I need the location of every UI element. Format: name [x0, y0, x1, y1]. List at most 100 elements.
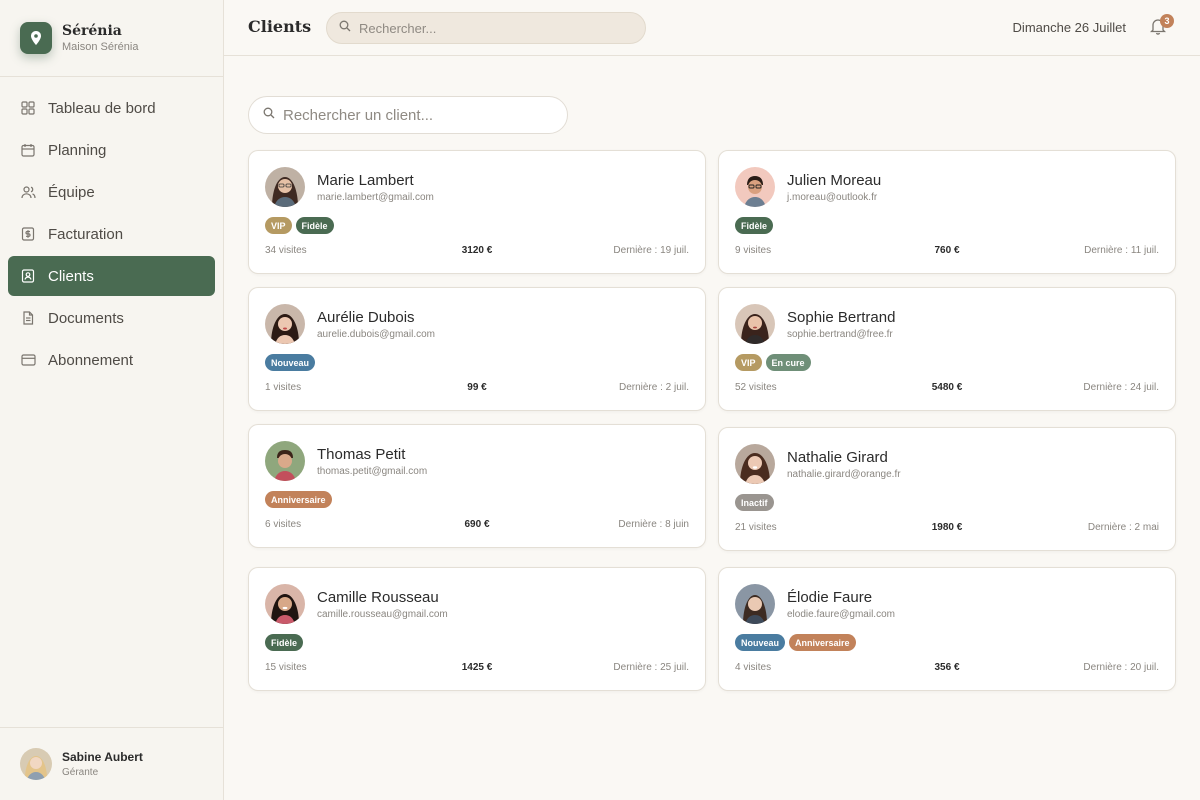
- client-card[interactable]: Aurélie Dubois aurelie.dubois@gmail.com …: [248, 287, 706, 411]
- avatar: [735, 444, 775, 484]
- client-last-visit: Dernière : 24 juil.: [1083, 382, 1159, 393]
- client-card[interactable]: Camille Rousseau camille.rousseau@gmail.…: [248, 567, 706, 691]
- sidebar-item-planning[interactable]: Planning: [8, 130, 215, 170]
- client-last-visit: Dernière : 19 juil.: [613, 245, 689, 256]
- dollar-icon: [20, 226, 36, 242]
- grid-icon: [20, 100, 36, 116]
- client-email: marie.lambert@gmail.com: [317, 192, 434, 203]
- client-tags: Nouveau: [265, 354, 316, 371]
- contact-icon: [20, 268, 36, 284]
- avatar: [735, 167, 775, 207]
- client-last-visit: Dernière : 25 juil.: [613, 662, 689, 673]
- client-card[interactable]: Sophie Bertrand sophie.bertrand@free.fr …: [718, 287, 1176, 411]
- top-search[interactable]: [326, 12, 646, 44]
- tag-nouveau: Nouveau: [265, 354, 316, 371]
- sidebar-item-label: Clients: [48, 267, 94, 285]
- location-pin-icon[interactable]: [20, 22, 52, 54]
- client-search-input[interactable]: [283, 106, 553, 124]
- search-icon: [339, 19, 351, 37]
- client-email: aurelie.dubois@gmail.com: [317, 329, 435, 340]
- tag-vip: VIP: [735, 354, 762, 371]
- sidebar-item-tableau-de-bord[interactable]: Tableau de bord: [8, 88, 215, 128]
- client-card[interactable]: Marie Lambert marie.lambert@gmail.com VI…: [248, 150, 706, 274]
- client-name: Julien Moreau: [787, 172, 882, 189]
- avatar: [20, 748, 52, 780]
- avatar: [265, 167, 305, 207]
- client-email: thomas.petit@gmail.com: [317, 466, 428, 477]
- client-last-visit: Dernière : 8 juin: [618, 519, 689, 530]
- client-name: Thomas Petit: [317, 446, 406, 463]
- avatar: [265, 584, 305, 624]
- client-last-visit: Dernière : 20 juil.: [1083, 662, 1159, 673]
- sidebar-item-label: Planning: [48, 141, 107, 159]
- client-card[interactable]: Thomas Petit thomas.petit@gmail.com Anni…: [248, 424, 706, 548]
- tag-en-cure: En cure: [765, 354, 811, 371]
- tag-inactif: Inactif: [735, 494, 774, 511]
- sidebar-item-label: Documents: [48, 309, 124, 327]
- client-tags: Inactif: [735, 494, 774, 511]
- file-icon: [20, 310, 36, 326]
- client-email: j.moreau@outlook.fr: [787, 192, 878, 203]
- client-tags: Anniversaire: [265, 491, 332, 508]
- sidebar-item-equipe[interactable]: Équipe: [8, 172, 215, 212]
- notifications-button[interactable]: 3: [1149, 14, 1174, 37]
- client-name: Élodie Faure: [787, 589, 873, 606]
- avatar: [265, 304, 305, 344]
- sidebar-item-label: Facturation: [48, 225, 124, 243]
- client-tags: VIP En cure: [735, 354, 811, 371]
- sidebar: Sérénia Maison Sérénia Tableau de bord P…: [0, 0, 224, 800]
- sidebar-item-abonnement[interactable]: Abonnement: [8, 340, 215, 380]
- sidebar-item-facturation[interactable]: Facturation: [8, 214, 215, 254]
- current-date: Dimanche 26 Juillet: [1012, 20, 1126, 35]
- client-last-visit: Dernière : 2 juil.: [618, 382, 689, 393]
- tag-fidele: Fidèle: [735, 217, 774, 234]
- tag-nouveau: Nouveau: [735, 634, 786, 651]
- sidebar-item-clients[interactable]: Clients: [8, 256, 215, 296]
- client-name: Camille Rousseau: [317, 589, 439, 606]
- brand-name: Sérénia: [62, 23, 122, 39]
- client-tags: Fidèle: [265, 634, 304, 651]
- tag-vip: VIP: [265, 217, 292, 234]
- sidebar-item-documents[interactable]: Documents: [8, 298, 215, 338]
- sidebar-item-label: Tableau de bord: [48, 99, 156, 117]
- user-name: Sabine Aubert: [62, 750, 143, 764]
- tag-fidele: Fidèle: [295, 217, 334, 234]
- brand: Sérénia Maison Sérénia: [0, 0, 223, 77]
- search-icon: [263, 106, 275, 124]
- card-icon: [20, 352, 36, 368]
- client-search[interactable]: [248, 96, 568, 134]
- client-tags: Nouveau Anniversaire: [735, 634, 856, 651]
- client-last-visit: Dernière : 2 mai: [1087, 522, 1159, 533]
- top-search-input[interactable]: [359, 20, 619, 36]
- client-name: Aurélie Dubois: [317, 309, 415, 326]
- calendar-icon: [20, 142, 36, 158]
- page-title: Clients: [248, 17, 312, 36]
- client-email: elodie.faure@gmail.com: [787, 609, 895, 620]
- client-card[interactable]: Nathalie Girard nathalie.girard@orange.f…: [718, 427, 1176, 551]
- user-profile[interactable]: Sabine Aubert Gérante: [0, 727, 224, 800]
- tag-anniversaire: Anniversaire: [789, 634, 856, 651]
- avatar: [735, 304, 775, 344]
- client-name: Sophie Bertrand: [787, 309, 896, 326]
- notification-badge: 3: [1160, 14, 1174, 28]
- client-email: nathalie.girard@orange.fr: [787, 469, 901, 480]
- client-email: camille.rousseau@gmail.com: [317, 609, 448, 620]
- sidebar-nav: Tableau de bord Planning Équipe Facturat…: [0, 77, 223, 380]
- users-icon: [20, 184, 36, 200]
- client-tags: Fidèle: [735, 217, 774, 234]
- tag-fidele: Fidèle: [265, 634, 304, 651]
- sidebar-item-label: Équipe: [48, 183, 95, 201]
- client-name: Marie Lambert: [317, 172, 414, 189]
- header: Clients Dimanche 26 Juillet 3: [224, 0, 1200, 56]
- client-tags: VIP Fidèle: [265, 217, 334, 234]
- sidebar-item-label: Abonnement: [48, 351, 134, 369]
- user-role: Gérante: [62, 767, 99, 778]
- client-card[interactable]: Élodie Faure elodie.faure@gmail.com Nouv…: [718, 567, 1176, 691]
- avatar: [735, 584, 775, 624]
- avatar: [265, 441, 305, 481]
- client-card[interactable]: Julien Moreau j.moreau@outlook.fr Fidèle…: [718, 150, 1176, 274]
- tag-anniversaire: Anniversaire: [265, 491, 332, 508]
- client-email: sophie.bertrand@free.fr: [787, 329, 893, 340]
- brand-subtitle: Maison Sérénia: [62, 41, 139, 53]
- client-last-visit: Dernière : 11 juil.: [1084, 245, 1159, 256]
